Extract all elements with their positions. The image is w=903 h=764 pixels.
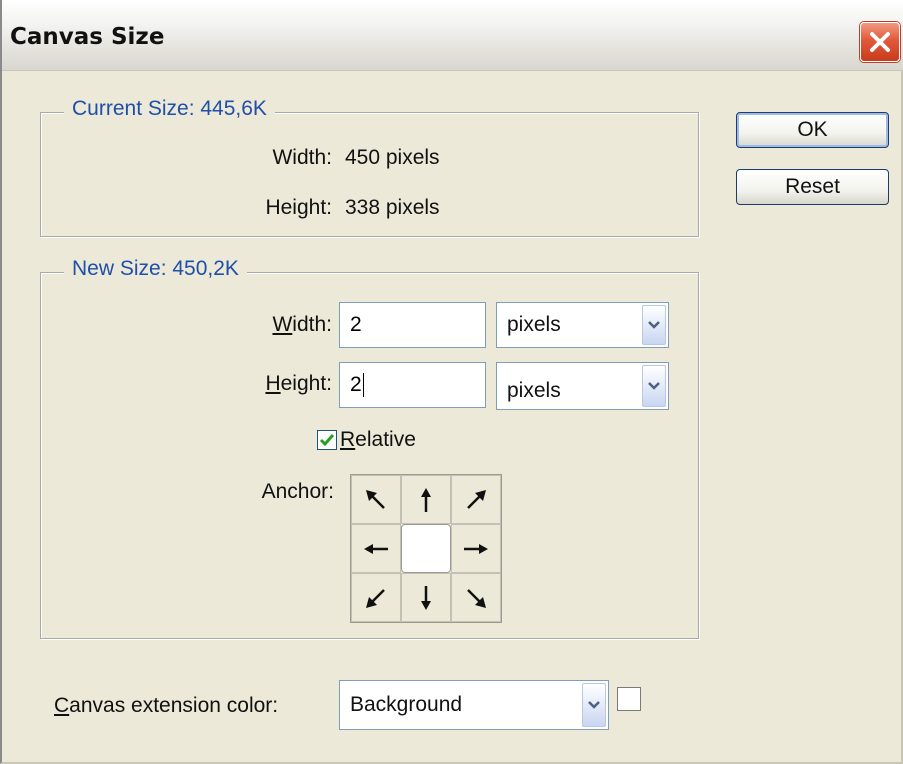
current-width-label: Width: — [272, 146, 332, 169]
extension-color-select[interactable]: Background — [339, 680, 609, 730]
close-icon — [870, 32, 890, 52]
anchor-left[interactable] — [351, 524, 401, 573]
close-button[interactable] — [860, 22, 900, 62]
chevron-down-icon — [588, 701, 600, 709]
arrow-right-icon — [464, 543, 488, 554]
anchor-label: Anchor: — [261, 480, 334, 503]
checkmark-icon — [319, 434, 335, 447]
relative-label-rest: elative — [355, 428, 416, 451]
height-unit-value: pixels — [507, 379, 561, 402]
extension-color-dropdown-button[interactable] — [582, 683, 606, 727]
new-height-label: Height: — [192, 372, 332, 396]
arrow-down-right-icon — [467, 588, 486, 608]
canvas-size-dialog: Canvas Size OK Reset Current Size: 445,6… — [0, 0, 903, 764]
new-size-legend: New Size: 450,2K — [64, 257, 247, 281]
relative-checkbox[interactable] — [317, 430, 337, 450]
title-bar[interactable]: Canvas Size — [2, 0, 903, 71]
anchor-bottom-left[interactable] — [351, 573, 401, 622]
anchor-right[interactable] — [451, 524, 501, 573]
extension-color-swatch[interactable] — [617, 687, 641, 711]
relative-label[interactable]: Relative — [340, 428, 416, 452]
extension-color-value: Background — [350, 693, 463, 716]
arrow-left-icon — [364, 543, 388, 554]
width-unit-value: pixels — [507, 313, 561, 336]
width-input[interactable]: 2 — [339, 302, 486, 348]
anchor-bottom-right[interactable] — [451, 573, 501, 622]
arrow-up-right-icon — [467, 489, 486, 509]
height-unit-dropdown-button[interactable] — [642, 365, 666, 407]
current-size-legend: Current Size: 445,6K — [64, 97, 275, 121]
anchor-top[interactable] — [401, 475, 451, 524]
new-width-label-rest: idth: — [292, 313, 332, 336]
new-width-label: Width: — [192, 313, 332, 337]
extension-color-label: Canvas extension color: — [54, 694, 278, 718]
text-cursor — [362, 373, 364, 398]
width-unit-dropdown-button[interactable] — [642, 305, 666, 345]
new-height-label-rest: eight: — [280, 372, 332, 395]
extension-color-label-rest: anvas extension color: — [69, 694, 279, 717]
anchor-top-right[interactable] — [451, 475, 501, 524]
chevron-down-icon — [648, 382, 660, 390]
current-height-value: 338 pixels — [345, 196, 440, 219]
current-height-label: Height: — [265, 196, 332, 219]
height-input-value: 2 — [350, 373, 362, 396]
new-width-label-mnemonic: W — [272, 313, 293, 336]
chevron-down-icon — [648, 321, 660, 329]
extension-color-label-mnemonic: C — [54, 694, 70, 717]
height-unit-select[interactable]: pixels — [496, 362, 669, 410]
ok-button[interactable]: OK — [736, 112, 889, 148]
relative-label-mnemonic: R — [340, 428, 356, 451]
current-width-value: 450 pixels — [345, 146, 440, 169]
new-height-label-mnemonic: H — [265, 372, 281, 395]
reset-button[interactable]: Reset — [736, 169, 889, 205]
arrow-up-icon — [421, 487, 431, 512]
anchor-center[interactable] — [401, 524, 451, 573]
anchor-top-left[interactable] — [351, 475, 401, 524]
arrow-up-left-icon — [366, 489, 385, 509]
width-unit-select[interactable]: pixels — [496, 302, 669, 348]
arrow-down-icon — [421, 585, 431, 610]
height-input[interactable]: 2 — [339, 362, 486, 408]
anchor-bottom[interactable] — [401, 573, 451, 622]
arrow-down-left-icon — [366, 588, 385, 608]
dialog-title: Canvas Size — [10, 24, 165, 50]
anchor-grid — [350, 474, 502, 623]
